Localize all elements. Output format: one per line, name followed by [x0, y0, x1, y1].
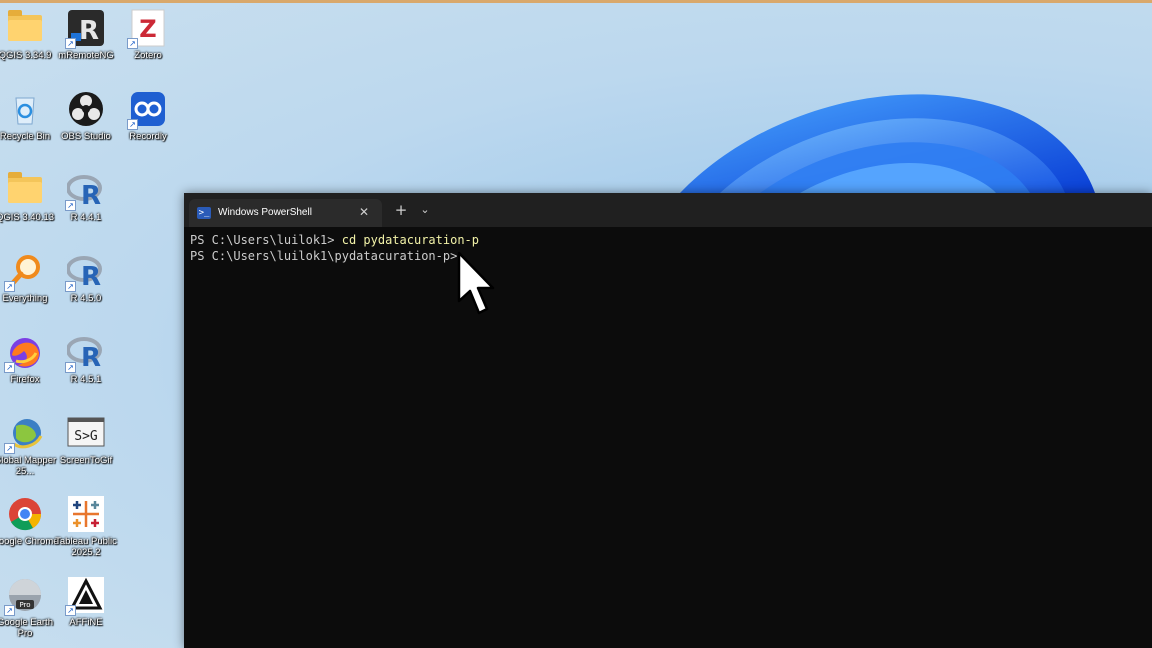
screentogif-icon: S>G	[67, 414, 105, 452]
shortcut-arrow-icon: ↗	[65, 362, 76, 373]
shortcut-arrow-icon: ↗	[4, 362, 15, 373]
shortcut-arrow-icon: ↗	[65, 38, 76, 49]
firefox-icon: ↗	[4, 333, 44, 373]
chevron-down-icon[interactable]: ⌄	[418, 201, 432, 219]
svg-text:Pro: Pro	[19, 601, 30, 609]
desktop-icon-zotero[interactable]: Z ↗ Zotero	[111, 5, 185, 79]
r-logo-icon: R ↗	[65, 252, 105, 292]
prompt: PS C:\Users\luilok1>	[190, 233, 342, 247]
svg-text:R: R	[81, 343, 101, 371]
chrome-icon	[6, 495, 44, 533]
prompt: PS C:\Users\luilok1\pydatacuration-p>	[190, 248, 465, 263]
folder-icon	[6, 171, 44, 209]
mouse-pointer-icon	[457, 251, 495, 315]
mremoteng-icon: R ↗	[65, 9, 105, 49]
terminal-window[interactable]: >_ Windows PowerShell ✕ + ⌄ PS C:\Users\…	[184, 193, 1152, 648]
svg-text:S>G: S>G	[74, 429, 98, 444]
desktop-icon-r-4-5-0[interactable]: R ↗ R 4.5.0	[49, 248, 123, 322]
new-tab-button[interactable]: +	[393, 201, 409, 219]
close-icon[interactable]: ✕	[356, 204, 372, 220]
powershell-icon: >_	[197, 207, 211, 219]
terminal-line: PS C:\Users\luilok1\pydatacuration-p>	[190, 249, 1140, 265]
shortcut-arrow-icon: ↗	[4, 605, 15, 616]
tab-title: Windows PowerShell	[218, 207, 312, 218]
shortcut-arrow-icon: ↗	[4, 443, 15, 454]
tableau-icon	[67, 495, 105, 533]
shortcut-arrow-icon: ↗	[4, 281, 15, 292]
command: cd pydatacuration-p	[341, 233, 479, 247]
desktop-icon-affine[interactable]: ↗ AFFiNE	[49, 572, 123, 646]
r-logo-icon: R ↗	[65, 171, 105, 211]
desktop-icon-screentogif[interactable]: S>G ScreenToGif	[49, 410, 123, 484]
svg-text:R: R	[81, 262, 101, 290]
tab-windows-powershell[interactable]: >_ Windows PowerShell ✕	[189, 199, 382, 227]
desktop-icon-r-4-5-1[interactable]: R ↗ R 4.5.1	[49, 329, 123, 403]
affine-icon: ↗	[65, 576, 105, 616]
recordly-icon: ↗	[127, 90, 167, 130]
svg-text:Z: Z	[139, 15, 156, 43]
desktop-icon-tableau-public[interactable]: Tableau Public 2025.2	[49, 491, 123, 565]
desktop-icon-recordly[interactable]: ↗ Recordly	[111, 86, 185, 160]
svg-text:R: R	[79, 16, 99, 46]
recycle-bin-icon	[6, 90, 44, 128]
global-mapper-icon: ↗	[4, 414, 44, 454]
magnifier-icon: ↗	[4, 252, 44, 292]
svg-text:R: R	[81, 181, 101, 209]
desktop-icon-r-4-4-1[interactable]: R ↗ R 4.4.1	[49, 167, 123, 241]
shortcut-arrow-icon: ↗	[65, 281, 76, 292]
obs-icon	[67, 90, 105, 128]
terminal-line: PS C:\Users\luilok1> cd pydatacuration-p	[190, 233, 1140, 249]
shortcut-arrow-icon: ↗	[127, 38, 138, 49]
shortcut-arrow-icon: ↗	[127, 119, 138, 130]
shortcut-arrow-icon: ↗	[65, 200, 76, 211]
folder-icon	[6, 9, 44, 47]
terminal-tab-bar: >_ Windows PowerShell ✕ + ⌄	[184, 193, 1152, 227]
shortcut-arrow-icon: ↗	[65, 605, 76, 616]
zotero-icon: Z ↗	[127, 9, 167, 49]
terminal-output[interactable]: PS C:\Users\luilok1> cd pydatacuration-p…	[190, 233, 1140, 264]
r-logo-icon: R ↗	[65, 333, 105, 373]
google-earth-icon: Pro ↗	[4, 576, 44, 616]
